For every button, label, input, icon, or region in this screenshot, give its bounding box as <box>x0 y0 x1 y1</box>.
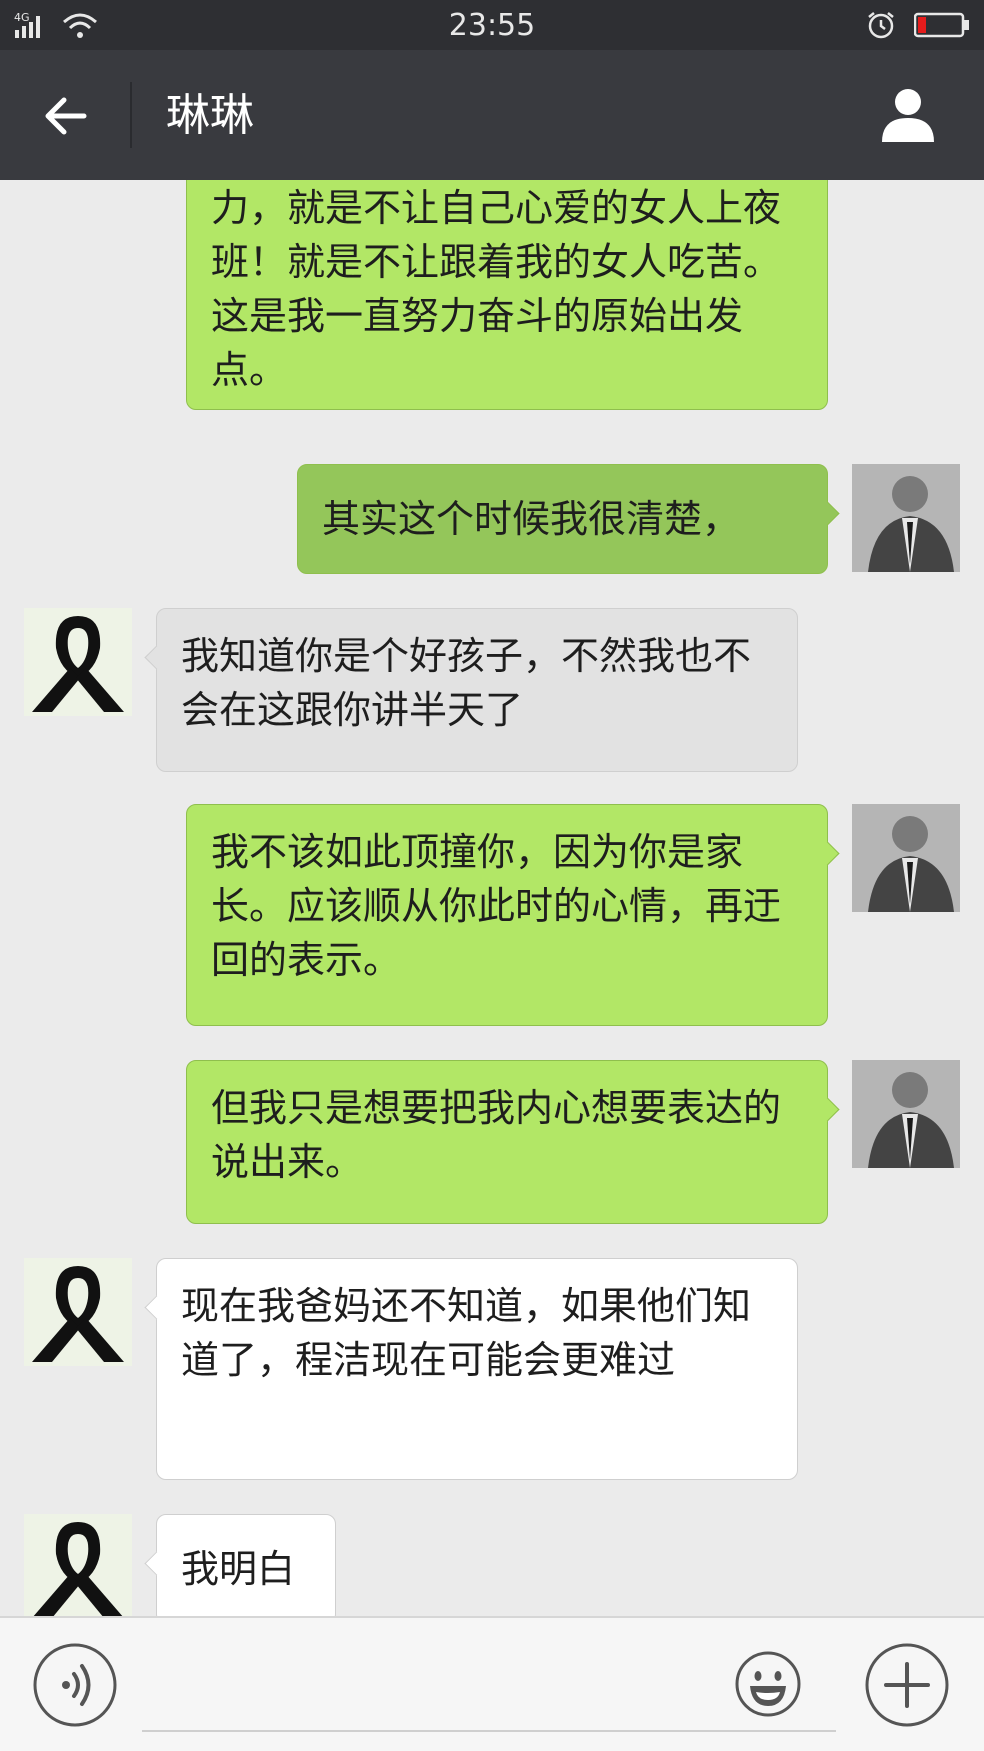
message-text: 我不该如此顶撞你，因为你是家长。应该顺从你此时的心情，再迂回的表示。 <box>211 830 782 982</box>
input-bar <box>0 1616 984 1751</box>
header-divider <box>130 82 132 148</box>
my-avatar[interactable] <box>852 464 960 572</box>
person-icon[interactable] <box>876 82 940 146</box>
message-bubble-sent[interactable]: 其实这个时候我很清楚， <box>297 464 840 574</box>
plus-icon[interactable] <box>864 1642 950 1728</box>
message-bubble-sent[interactable]: 力，就是不让自己心爱的女人上夜班！就是不让跟着我的女人吃苦。这是我一直努力奋斗的… <box>186 180 828 410</box>
battery-icon <box>914 12 969 38</box>
message-text: 力，就是不让自己心爱的女人上夜班！就是不让跟着我的女人吃苦。这是我一直努力奋斗的… <box>211 186 782 392</box>
contact-avatar[interactable] <box>24 608 132 716</box>
message-list[interactable]: 力，就是不让自己心爱的女人上夜班！就是不让跟着我的女人吃苦。这是我一直努力奋斗的… <box>0 180 984 1616</box>
message-text: 我明白 <box>181 1547 296 1591</box>
my-avatar[interactable] <box>852 804 960 912</box>
message-bubble-received[interactable]: 现在我爸妈还不知道，如果他们知道了，程洁现在可能会更难过 <box>144 1258 798 1480</box>
alarm-icon <box>868 12 894 39</box>
my-avatar[interactable] <box>852 1060 960 1168</box>
emoji-icon[interactable] <box>734 1650 802 1718</box>
arrow-left-icon[interactable] <box>38 88 94 144</box>
contact-avatar[interactable] <box>24 1258 132 1366</box>
message-bubble-received[interactable]: 我知道你是个好孩子，不然我也不会在这跟你讲半天了 <box>144 608 798 772</box>
message-text: 我知道你是个好孩子，不然我也不会在这跟你讲半天了 <box>181 634 752 732</box>
message-input[interactable] <box>142 1648 836 1732</box>
contact-avatar[interactable] <box>24 1514 132 1616</box>
message-bubble-sent[interactable]: 但我只是想要把我内心想要表达的说出来。 <box>186 1060 840 1224</box>
message-bubble-sent[interactable]: 我不该如此顶撞你，因为你是家长。应该顺从你此时的心情，再迂回的表示。 <box>186 804 840 1026</box>
chat-title: 琳琳 <box>166 90 254 141</box>
message-text: 现在我爸妈还不知道，如果他们知道了，程洁现在可能会更难过 <box>181 1284 752 1382</box>
voice-icon[interactable] <box>32 1642 118 1728</box>
message-text: 但我只是想要把我内心想要表达的说出来。 <box>211 1086 782 1184</box>
status-bar: 4G 23:55 <box>0 0 984 50</box>
message-bubble-received[interactable]: 我明白 <box>144 1514 336 1616</box>
status-time: 23:55 <box>448 8 536 43</box>
message-text: 其实这个时候我很清楚， <box>322 497 741 541</box>
chat-header: 琳琳 <box>0 50 984 180</box>
